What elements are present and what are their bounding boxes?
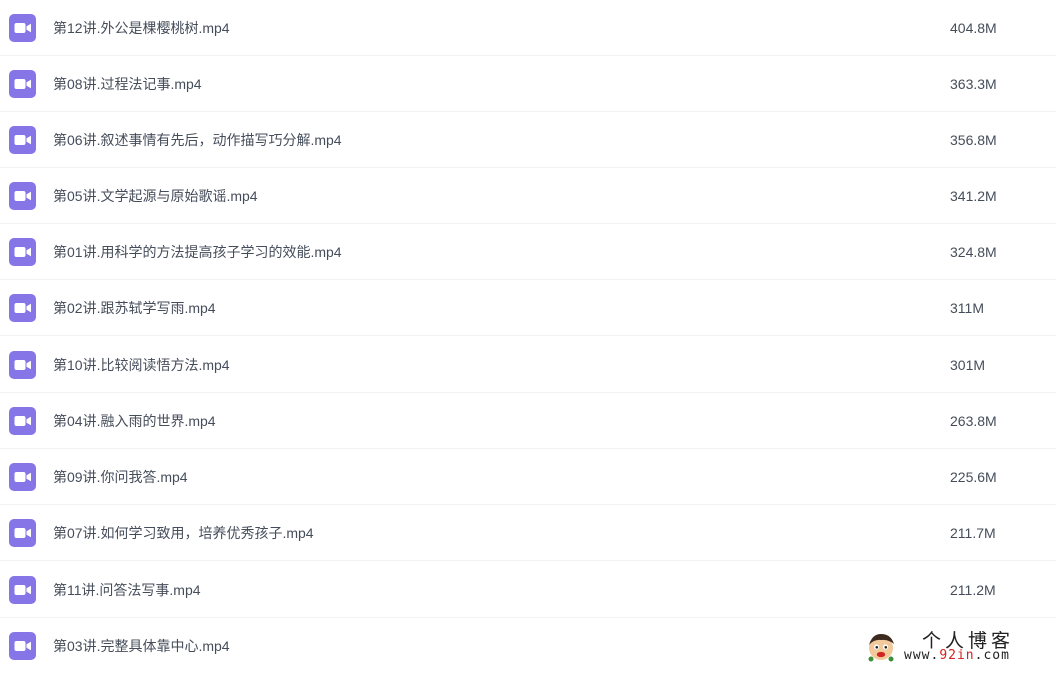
video-file-icon [9, 126, 36, 154]
file-size: 225.6M [950, 469, 997, 485]
file-row[interactable]: 第12讲.外公是棵樱桃树.mp4 404.8M [0, 0, 1056, 56]
file-row[interactable]: 第06讲.叙述事情有先后，动作描写巧分解.mp4 356.8M [0, 112, 1056, 168]
video-file-icon [9, 294, 36, 322]
video-file-icon [9, 407, 36, 435]
file-row[interactable]: 第07讲.如何学习致用，培养优秀孩子.mp4 211.7M [0, 505, 1056, 561]
file-size: 211.2M [950, 582, 996, 598]
file-row[interactable]: 第08讲.过程法记事.mp4 363.3M [0, 56, 1056, 112]
watermark: 个人博客 www.92in.com [862, 626, 1056, 669]
file-size: 301M [950, 357, 986, 373]
file-list: 第12讲.外公是棵樱桃树.mp4 404.8M 第08讲.过程法记事.mp4 3… [0, 0, 1056, 669]
video-file-icon [9, 238, 36, 266]
file-size: 341.2M [950, 188, 997, 204]
file-row[interactable]: 第11讲.问答法写事.mp4 211.2M [0, 562, 1056, 618]
video-file-icon [9, 70, 36, 98]
video-file-icon [9, 463, 36, 491]
file-name[interactable]: 第06讲.叙述事情有先后，动作描写巧分解.mp4 [53, 112, 342, 168]
file-size: 324.8M [950, 244, 997, 260]
file-name[interactable]: 第08讲.过程法记事.mp4 [53, 56, 202, 112]
file-size: 311M [950, 300, 984, 316]
file-name[interactable]: 第02讲.跟苏轼学写雨.mp4 [53, 280, 216, 336]
file-size: 404.8M [950, 20, 997, 36]
file-name[interactable]: 第03讲.完整具体靠中心.mp4 [53, 618, 230, 674]
file-name[interactable]: 第10讲.比较阅读悟方法.mp4 [53, 337, 230, 393]
file-name[interactable]: 第11讲.问答法写事.mp4 [53, 562, 201, 618]
file-name[interactable]: 第09讲.你问我答.mp4 [53, 449, 188, 505]
file-row[interactable]: 第05讲.文学起源与原始歌谣.mp4 341.2M [0, 168, 1056, 224]
file-name[interactable]: 第01讲.用科学的方法提高孩子学习的效能.mp4 [53, 224, 342, 280]
file-name[interactable]: 第05讲.文学起源与原始歌谣.mp4 [53, 168, 258, 224]
cartoon-face-logo [864, 630, 898, 664]
video-file-icon [9, 351, 36, 379]
file-size: 211.7M [950, 525, 996, 541]
file-name[interactable]: 第12讲.外公是棵樱桃树.mp4 [53, 0, 230, 56]
file-row[interactable]: 第04讲.融入雨的世界.mp4 263.8M [0, 393, 1056, 449]
file-name[interactable]: 第04讲.融入雨的世界.mp4 [53, 393, 216, 449]
watermark-url-suffix: .com [974, 648, 1010, 663]
video-file-icon [9, 14, 36, 42]
video-file-icon [9, 519, 36, 547]
file-row[interactable]: 第10讲.比较阅读悟方法.mp4 301M [0, 337, 1056, 393]
file-row[interactable]: 第02讲.跟苏轼学写雨.mp4 311M [0, 280, 1056, 336]
file-size: 356.8M [950, 132, 997, 148]
watermark-url-accent: 92in [939, 648, 975, 663]
watermark-url: www.92in.com [904, 648, 1010, 663]
video-file-icon [9, 576, 36, 604]
video-file-icon [9, 632, 36, 660]
file-row[interactable]: 第09讲.你问我答.mp4 225.6M [0, 449, 1056, 505]
watermark-url-prefix: www. [904, 648, 940, 663]
file-size: 263.8M [950, 413, 997, 429]
file-size: 363.3M [950, 76, 997, 92]
file-row[interactable]: 第01讲.用科学的方法提高孩子学习的效能.mp4 324.8M [0, 224, 1056, 280]
file-name[interactable]: 第07讲.如何学习致用，培养优秀孩子.mp4 [53, 505, 314, 561]
video-file-icon [9, 182, 36, 210]
